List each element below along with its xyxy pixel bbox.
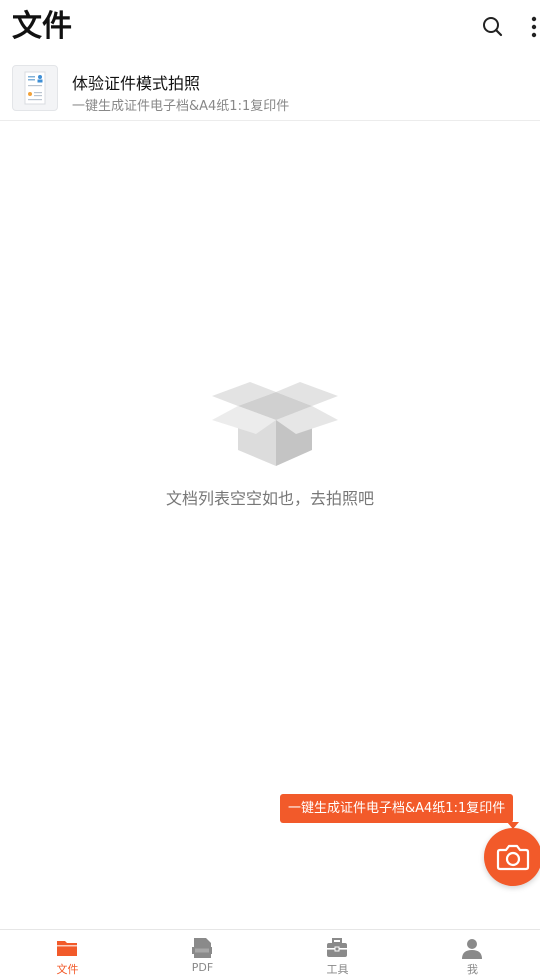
header: 文件: [0, 0, 540, 58]
empty-box-icon: [210, 380, 340, 468]
id-mode-promo[interactable]: 体验证件模式拍照 一键生成证件电子档&A4纸1:1复印件: [0, 58, 540, 121]
tooltip[interactable]: 一键生成证件电子档&A4纸1:1复印件: [280, 794, 514, 823]
camera-button[interactable]: [484, 828, 540, 886]
promo-subtitle: 一键生成证件电子档&A4纸1:1复印件: [72, 99, 290, 114]
nav-label-tools: 工具: [326, 963, 349, 976]
nav-item-me[interactable]: 我: [405, 930, 540, 978]
more-vertical-icon: [531, 16, 537, 38]
nav-item-files[interactable]: 文件: [0, 930, 135, 978]
bottom-nav: 文件 PDF 工具 我: [0, 929, 540, 978]
profile-icon: [460, 936, 484, 960]
folder-icon: [55, 936, 79, 960]
search-button[interactable]: [480, 14, 506, 40]
search-icon: [483, 17, 503, 37]
more-options-button[interactable]: [526, 14, 540, 40]
page-title: 文件: [12, 9, 72, 44]
id-card-thumbnail-icon: [12, 65, 58, 111]
nav-item-pdf[interactable]: PDF: [135, 930, 270, 978]
toolbox-icon: [325, 936, 349, 960]
nav-label-pdf: PDF: [191, 961, 214, 974]
empty-state-message: 文档列表空空如也，去拍照吧: [165, 489, 374, 508]
nav-label-files: 文件: [56, 963, 79, 976]
promo-title: 体验证件模式拍照: [72, 74, 201, 93]
nav-item-tools[interactable]: 工具: [270, 930, 405, 978]
pdf-icon: [190, 936, 214, 960]
nav-label-me: 我: [467, 963, 478, 976]
camera-icon: [496, 844, 530, 871]
